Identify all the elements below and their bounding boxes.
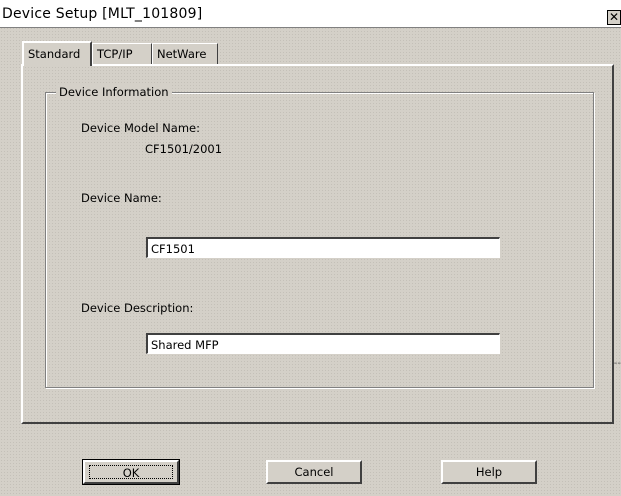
device-description-label: Device Description: [81, 301, 194, 315]
title-bar[interactable]: Device Setup [MLT_101809] ✕ [0, 0, 621, 28]
cancel-button[interactable]: Cancel [266, 460, 362, 484]
device-model-name-value: CF1501/2001 [145, 142, 223, 156]
tab-standard[interactable]: Standard [22, 41, 92, 66]
device-model-name-label: Device Model Name: [81, 121, 200, 135]
device-information-group: Device Information Device Model Name: CF… [45, 85, 594, 388]
tab-netware[interactable]: NetWare [152, 43, 218, 64]
ok-button[interactable]: OK [82, 459, 180, 485]
edge-mark: -- [613, 358, 621, 369]
device-setup-dialog: Device Setup [MLT_101809] ✕ Standard TCP… [0, 0, 621, 496]
standard-tab-panel: Device Information Device Model Name: CF… [21, 64, 614, 424]
ok-button-label: OK [89, 465, 173, 480]
device-name-field[interactable] [146, 237, 500, 258]
close-icon[interactable]: ✕ [607, 10, 621, 25]
device-name-label: Device Name: [81, 191, 162, 205]
group-title: Device Information [56, 85, 172, 99]
tab-tcp-ip[interactable]: TCP/IP [92, 43, 152, 64]
device-description-field[interactable] [146, 333, 500, 354]
help-button[interactable]: Help [441, 460, 537, 484]
window-title: Device Setup [MLT_101809] [2, 6, 203, 22]
